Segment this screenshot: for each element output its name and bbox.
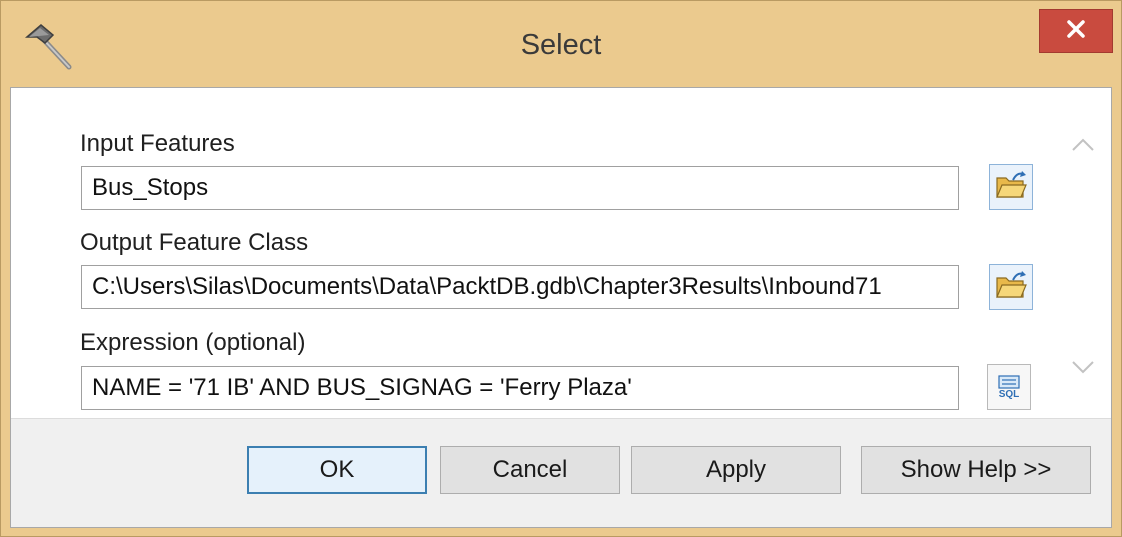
open-folder-icon	[995, 170, 1027, 205]
scroll-down-icon[interactable]	[1071, 360, 1095, 376]
input-features-dropdown[interactable]: Bus_Stops	[81, 166, 959, 210]
close-button[interactable]	[1039, 9, 1113, 53]
title-bar[interactable]: Select	[1, 1, 1121, 87]
open-folder-icon	[995, 270, 1027, 305]
cancel-button[interactable]: Cancel	[440, 446, 620, 494]
select-dialog: Select Input Features Bus_Stops Output F…	[0, 0, 1122, 537]
window-title: Select	[520, 29, 602, 61]
show-help-button[interactable]: Show Help >>	[861, 446, 1091, 494]
parameters-pane: Input Features Bus_Stops Output Feature …	[11, 88, 1111, 419]
sql-icon: SQL	[998, 374, 1020, 400]
scroll-up-icon[interactable]	[1071, 136, 1095, 152]
close-icon	[1066, 19, 1086, 44]
expression-label: Expression (optional)	[80, 329, 306, 356]
sql-query-builder-button[interactable]: SQL	[987, 364, 1031, 410]
output-feature-class-browse-button[interactable]	[989, 264, 1033, 310]
output-feature-class-input[interactable]: C:\Users\Silas\Documents\Data\PacktDB.gd…	[81, 265, 959, 309]
input-features-value: Bus_Stops	[92, 174, 209, 201]
input-features-browse-button[interactable]	[989, 164, 1033, 210]
sql-icon-label: SQL	[998, 388, 1020, 400]
input-features-label: Input Features	[80, 130, 235, 157]
expression-input[interactable]: NAME = '71 IB' AND BUS_SIGNAG = 'Ferry P…	[81, 366, 959, 410]
apply-button[interactable]: Apply	[631, 446, 841, 494]
ok-button[interactable]: OK	[247, 446, 427, 494]
output-feature-class-label: Output Feature Class	[80, 229, 309, 256]
dialog-client-area: Input Features Bus_Stops Output Feature …	[10, 87, 1112, 528]
